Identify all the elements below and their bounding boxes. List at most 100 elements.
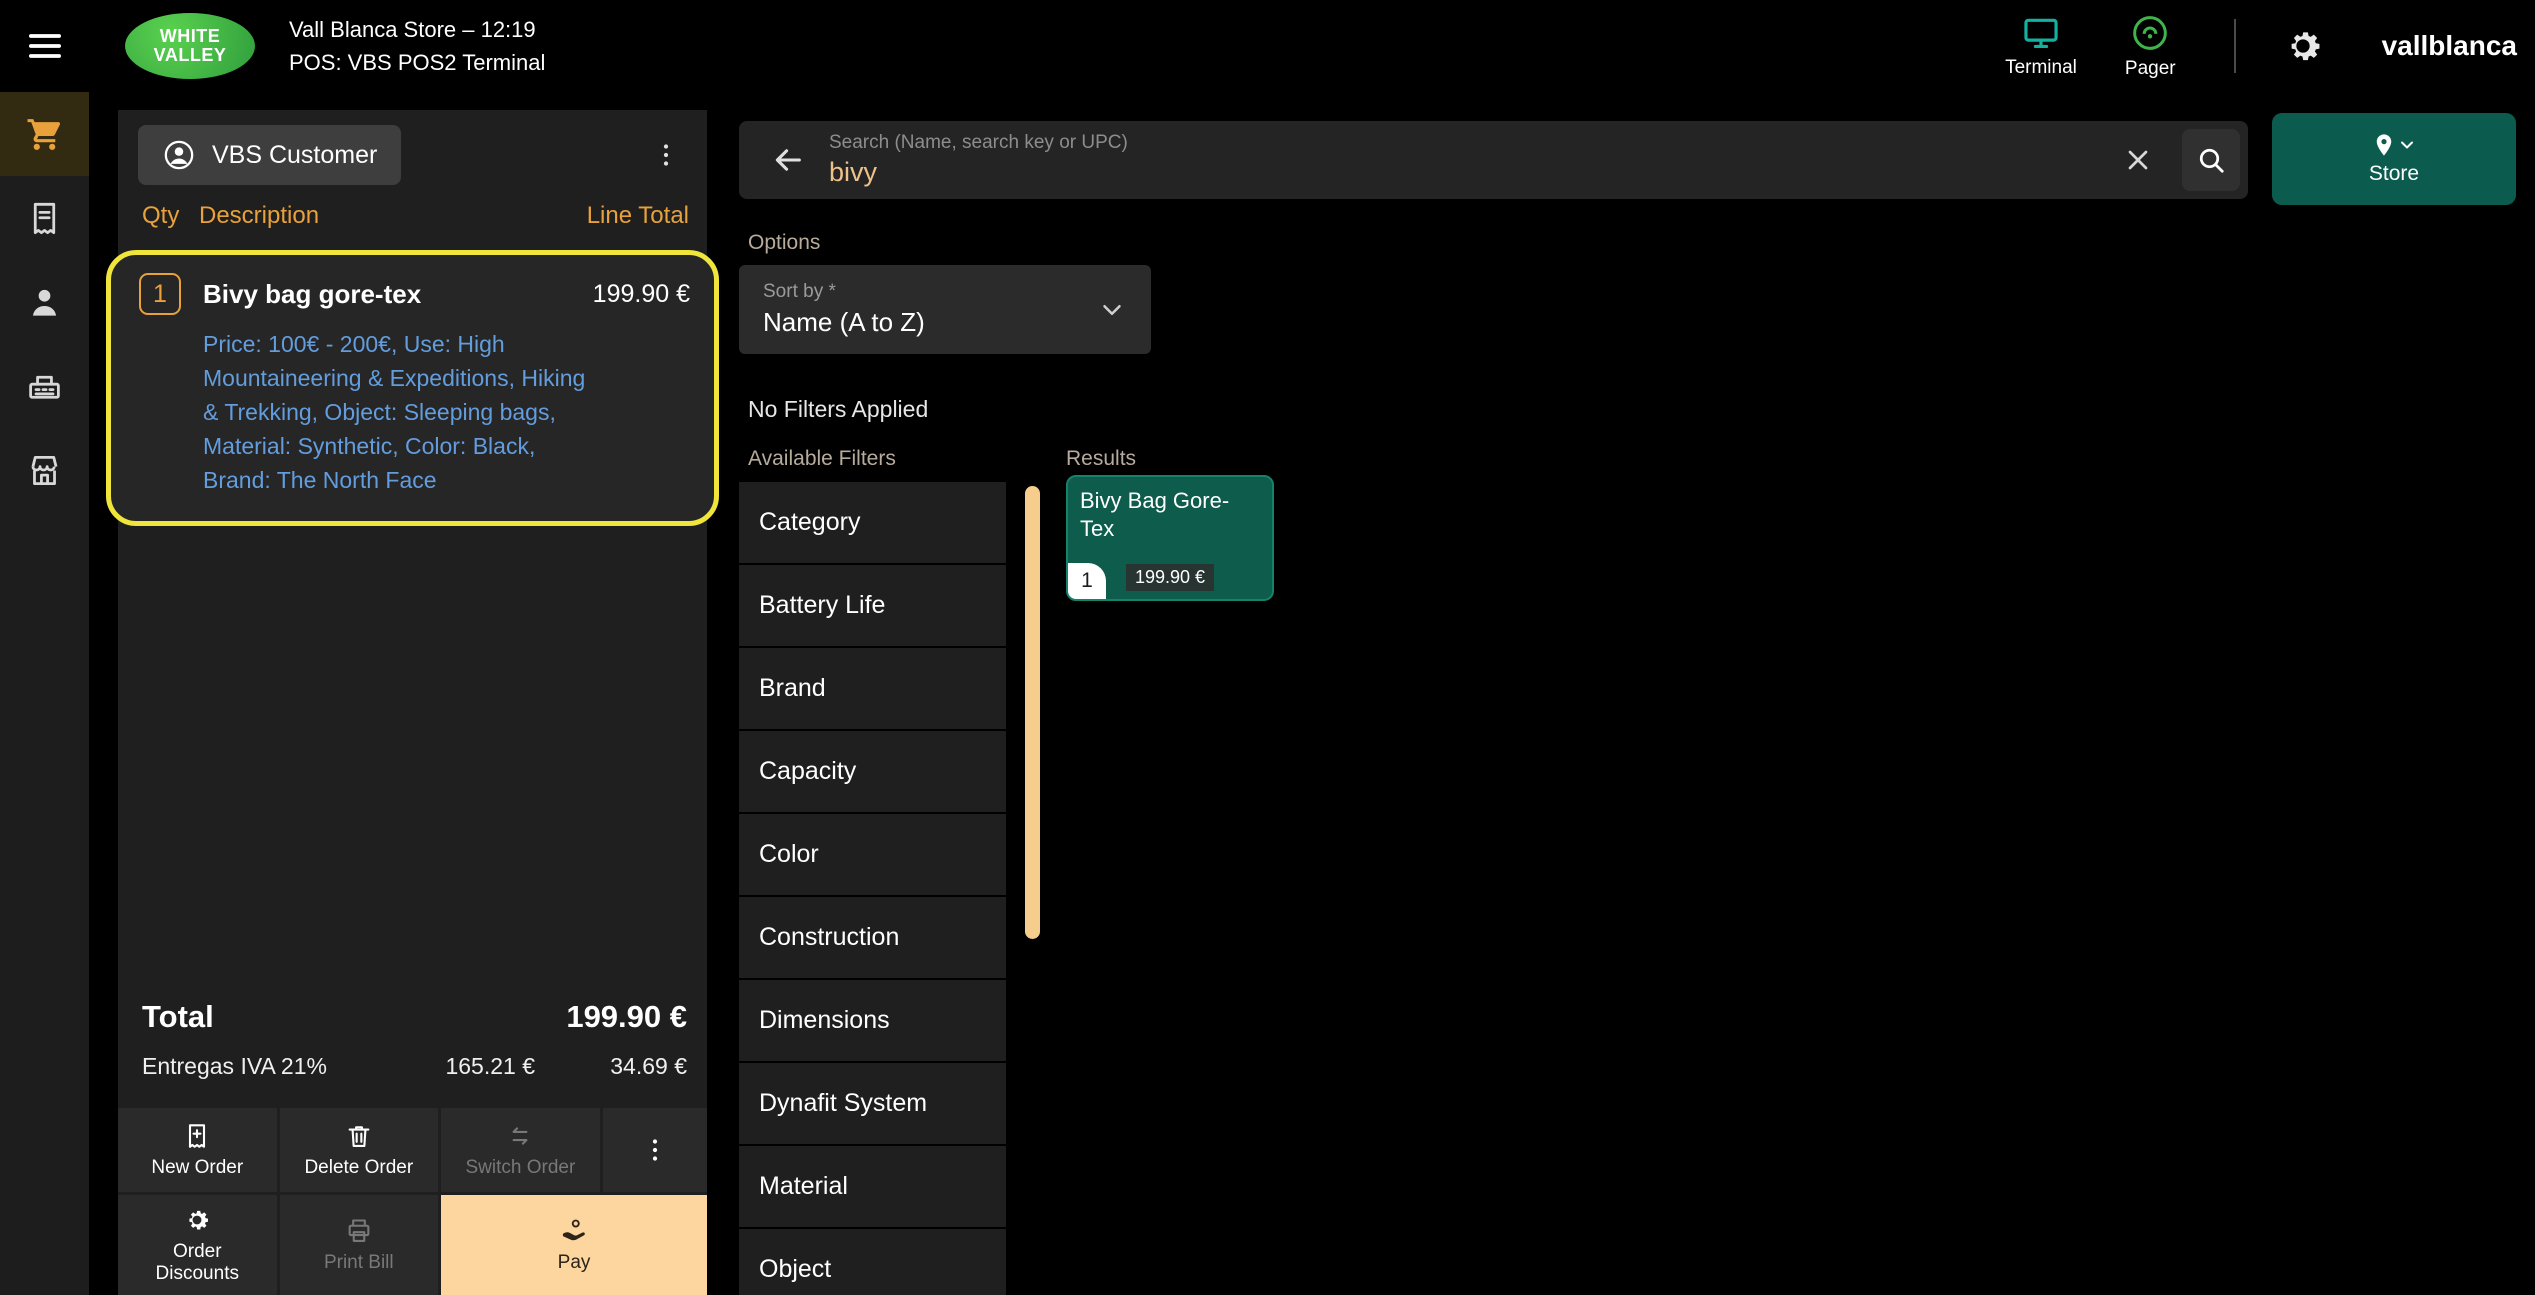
customer-button-label: VBS Customer [212,141,377,170]
sidebar-item-orders[interactable] [0,176,89,260]
column-line-total: Line Total [587,202,689,230]
store-scope-button[interactable]: Store [2272,113,2516,205]
pay-button[interactable]: Pay [441,1195,707,1295]
clear-search-button[interactable] [2122,144,2154,176]
logo-line2: VALLEY [154,46,227,65]
filter-item-color[interactable]: Color [739,814,1006,895]
customer-avatar-icon [162,138,196,172]
pay-hand-coin-icon [560,1217,588,1245]
orderline-price: 199.90 € [593,280,690,309]
back-arrow-icon[interactable] [771,143,805,177]
search-placeholder: Search (Name, search key or UPC) [829,132,2094,154]
sort-by-value: Name (A to Z) [763,307,1097,338]
order-discounts-label: Order Discounts [130,1241,265,1285]
delete-order-label: Delete Order [304,1157,413,1179]
terminal-icon [2020,14,2062,52]
product-card[interactable]: Bivy Bag Gore-Tex 1 199.90 € [1066,475,1274,601]
order-panel: VBS Customer Qty Description Line Total … [118,110,707,1295]
sort-by-label: Sort by * [763,281,1097,303]
filter-item-dimensions[interactable]: Dimensions [739,980,1006,1061]
filter-item-object[interactable]: Object [739,1229,1006,1295]
hamburger-menu-icon[interactable] [0,26,89,66]
filter-item-category[interactable]: Category [739,482,1006,563]
new-order-icon [183,1122,211,1150]
kebab-menu-icon [651,140,681,170]
tax-label: Entregas IVA 21% [142,1053,445,1080]
filter-item-capacity[interactable]: Capacity [739,731,1006,812]
order-totals: Total 199.90 € Entregas IVA 21% 165.21 €… [118,973,707,1088]
order-discounts-button[interactable]: Order Discounts [118,1195,277,1295]
sidebar [0,92,89,1295]
close-icon [2122,144,2154,176]
sort-by-dropdown[interactable]: Sort by * Name (A to Z) [739,265,1151,354]
search-submit-button[interactable] [2182,129,2240,191]
filter-item-brand[interactable]: Brand [739,648,1006,729]
no-filters-text: No Filters Applied [748,396,928,423]
filter-list-scrollbar[interactable] [1025,486,1040,939]
column-description: Description [199,202,587,230]
product-card-name: Bivy Bag Gore-Tex [1080,487,1238,542]
switch-order-button[interactable]: Switch Order [441,1108,600,1192]
pay-label: Pay [558,1252,591,1274]
top-bar: WHITE VALLEY Vall Blanca Store – 12:19 P… [0,0,2535,92]
filter-list: Category Battery Life Brand Capacity Col… [739,482,1006,1295]
orderline-qty-badge: 1 [139,273,181,315]
product-card-qty-badge: 1 [1068,563,1106,599]
username: vallblanca [2382,30,2517,62]
pager-label: Pager [2125,58,2176,80]
print-bill-button[interactable]: Print Bill [280,1195,439,1295]
pager-icon [2130,13,2170,53]
kebab-menu-icon [640,1135,670,1165]
column-qty: Qty [142,202,199,230]
total-value: 199.90 € [566,999,687,1035]
terminal-button[interactable]: Terminal [2005,14,2077,79]
printer-icon [345,1217,373,1245]
location-pin-icon [2371,132,2397,158]
pos-terminal-line: POS: VBS POS2 Terminal [289,46,545,79]
total-label: Total [142,999,214,1035]
tax-amount-value: 34.69 € [535,1053,687,1080]
white-valley-logo: WHITE VALLEY [125,13,255,79]
switch-order-label: Switch Order [465,1157,575,1179]
trash-icon [345,1122,373,1150]
search-bar[interactable]: Search (Name, search key or UPC) bivy [739,121,2248,199]
search-input[interactable]: Search (Name, search key or UPC) bivy [829,132,2094,188]
customer-button[interactable]: VBS Customer [138,125,401,185]
gear-icon [2282,25,2324,67]
sidebar-item-shop[interactable] [0,428,89,512]
orderline-product-name: Bivy bag gore-tex [203,279,593,310]
filter-item-construction[interactable]: Construction [739,897,1006,978]
logo-line1: WHITE [160,27,221,46]
store-name-line: Vall Blanca Store – 12:19 [289,13,545,46]
chevron-down-icon [1097,295,1127,325]
sidebar-item-customers[interactable] [0,260,89,344]
sidebar-item-register[interactable] [0,92,89,176]
header-divider [2234,19,2236,73]
more-actions-button[interactable] [603,1108,707,1192]
person-icon [26,284,63,321]
sidebar-item-cash-register[interactable] [0,344,89,428]
search-icon [2196,145,2226,175]
tax-base-value: 165.21 € [445,1053,535,1080]
chevron-down-icon [2397,135,2417,155]
settings-button[interactable] [2282,25,2324,67]
orderline-attributes: Price: 100€ - 200€, Use: High Mountainee… [203,327,595,497]
print-bill-label: Print Bill [324,1252,394,1274]
cart-icon [26,116,63,153]
filter-item-battery-life[interactable]: Battery Life [739,565,1006,646]
pager-button[interactable]: Pager [2125,13,2176,80]
product-search-area: Search (Name, search key or UPC) bivy St… [739,92,2535,1295]
new-order-button[interactable]: New Order [118,1108,277,1192]
results-label: Results [1066,447,1136,471]
new-order-label: New Order [151,1157,243,1179]
order-columns-header: Qty Description Line Total [118,200,707,244]
order-line-highlighted[interactable]: 1 Bivy bag gore-tex 199.90 € Price: 100€… [106,250,719,526]
cash-register-icon [26,368,63,405]
filter-item-dynafit-system[interactable]: Dynafit System [739,1063,1006,1144]
delete-order-button[interactable]: Delete Order [280,1108,439,1192]
order-menu-button[interactable] [641,134,691,176]
switch-order-icon [506,1122,534,1150]
search-value: bivy [829,157,2094,188]
terminal-label: Terminal [2005,57,2077,79]
filter-item-material[interactable]: Material [739,1146,1006,1227]
